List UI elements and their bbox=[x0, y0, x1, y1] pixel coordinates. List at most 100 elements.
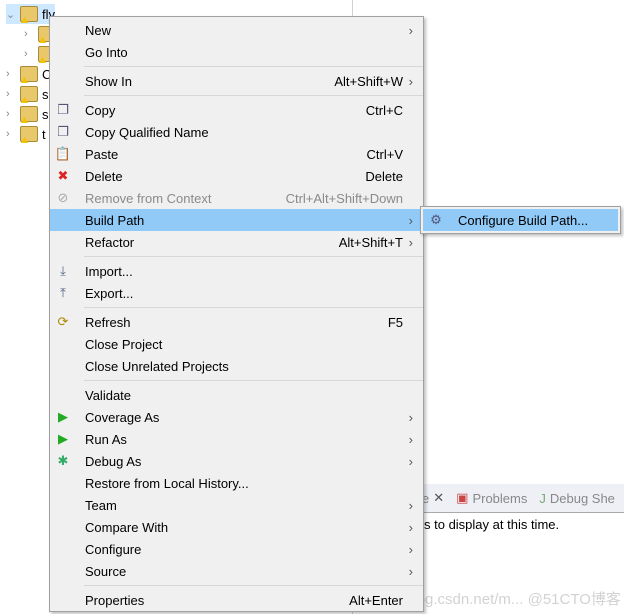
menu-item-new[interactable]: New › bbox=[50, 19, 423, 41]
refresh-icon: ⟳ bbox=[57, 314, 69, 329]
blank-icon bbox=[55, 592, 71, 608]
chevron-right-icon[interactable]: › bbox=[6, 108, 16, 120]
menu-separator bbox=[84, 585, 423, 586]
shortcut-label: Alt+Shift+T bbox=[338, 234, 403, 250]
shortcut-label: F5 bbox=[387, 314, 403, 330]
menu-item-copy[interactable]: ❐ Copy Ctrl+C bbox=[50, 99, 423, 121]
menu-item-import[interactable]: ⤓ Import... bbox=[50, 260, 423, 282]
chevron-right-icon: › bbox=[408, 453, 413, 469]
run-icon: ▶ bbox=[58, 431, 68, 446]
chevron-right-icon[interactable]: › bbox=[24, 28, 34, 40]
chevron-right-icon: › bbox=[408, 212, 413, 228]
blank-icon bbox=[55, 358, 71, 374]
menu-item-refactor[interactable]: Refactor Alt+Shift+T › bbox=[50, 231, 423, 253]
menu-item-configure-build-path[interactable]: ⚙ Configure Build Path... bbox=[423, 209, 618, 231]
chevron-right-icon: › bbox=[408, 22, 413, 38]
menu-item-source[interactable]: Source › bbox=[50, 560, 423, 582]
context-menu: New › Go Into Show In Alt+Shift+W › ❐ Copy Ctrl+… bbox=[49, 16, 424, 612]
menu-item-restore-from-local-history[interactable]: Restore from Local History... bbox=[50, 472, 423, 494]
menu-item-delete[interactable]: ✖ Delete Delete bbox=[50, 165, 423, 187]
menu-item-go-into[interactable]: Go Into bbox=[50, 41, 423, 63]
menu-item-show-in[interactable]: Show In Alt+Shift+W › bbox=[50, 70, 423, 92]
problems-icon: ▣ bbox=[456, 490, 469, 505]
tab-debug-shell[interactable]: J Debug She bbox=[539, 491, 615, 506]
tree-item[interactable]: ⌄ fly bbox=[6, 4, 55, 24]
menu-item-label: Coverage As bbox=[85, 409, 160, 425]
tree-item[interactable]: › s bbox=[6, 104, 49, 124]
blank-icon bbox=[55, 336, 71, 352]
menu-item-label: Restore from Local History... bbox=[85, 475, 249, 491]
delete-icon: ✖ bbox=[57, 168, 69, 183]
blank-icon bbox=[55, 475, 71, 491]
chevron-right-icon: › bbox=[408, 519, 413, 535]
menu-item-label: Source bbox=[85, 563, 127, 579]
menu-item-label: Configure bbox=[85, 541, 142, 557]
menu-item-label: Import... bbox=[85, 263, 133, 279]
chevron-right-icon[interactable]: › bbox=[6, 88, 16, 100]
shortcut-label: Ctrl+Alt+Shift+Down bbox=[285, 190, 403, 206]
blank-icon bbox=[55, 497, 71, 513]
project-icon bbox=[20, 126, 38, 142]
build-path-icon: ⚙ bbox=[430, 212, 442, 227]
chevron-right-icon: › bbox=[408, 73, 413, 89]
menu-separator bbox=[84, 307, 423, 308]
menu-item-export[interactable]: ⤒ Export... bbox=[50, 282, 423, 304]
menu-item-label: Validate bbox=[85, 387, 132, 403]
import-icon: ⤓ bbox=[60, 263, 66, 278]
menu-item-label: Refactor bbox=[85, 234, 135, 250]
chevron-right-icon[interactable]: › bbox=[6, 68, 16, 80]
chevron-right-icon: › bbox=[408, 497, 413, 513]
menu-separator bbox=[84, 256, 423, 257]
menu-item-validate[interactable]: Validate bbox=[50, 384, 423, 406]
chevron-right-icon[interactable]: › bbox=[6, 128, 16, 140]
tree-item[interactable]: › t bbox=[6, 124, 46, 144]
menu-item-label: New bbox=[85, 22, 112, 38]
blank-icon bbox=[55, 387, 71, 403]
shortcut-label: Ctrl+C bbox=[365, 102, 403, 118]
tree-item[interactable]: › C bbox=[6, 64, 51, 84]
coverage-icon: ▶ bbox=[58, 409, 68, 424]
menu-item-label: Build Path bbox=[85, 212, 145, 228]
menu-item-run-as[interactable]: ▶ Run As › bbox=[50, 428, 423, 450]
menu-item-properties[interactable]: Properties Alt+Enter bbox=[50, 589, 423, 611]
chevron-right-icon: › bbox=[408, 234, 413, 250]
chevron-right-icon: › bbox=[408, 409, 413, 425]
menu-item-paste[interactable]: 📋 Paste Ctrl+V bbox=[50, 143, 423, 165]
tree-item[interactable]: › s bbox=[6, 84, 49, 104]
menu-item-close-project[interactable]: Close Project bbox=[50, 333, 423, 355]
paste-icon: 📋 bbox=[54, 146, 72, 161]
debug-icon: ✱ bbox=[57, 453, 69, 468]
tab-label: Debug She bbox=[549, 490, 615, 506]
tree-item-label: s bbox=[42, 106, 49, 122]
chevron-right-icon: › bbox=[408, 563, 413, 579]
menu-item-remove-from-context[interactable]: ⊘ Remove from Context Ctrl+Alt+Shift+Down bbox=[50, 187, 423, 209]
menu-item-coverage-as[interactable]: ▶ Coverage As › bbox=[50, 406, 423, 428]
menu-item-team[interactable]: Team › bbox=[50, 494, 423, 516]
tree-item-label: s bbox=[42, 86, 49, 102]
close-icon[interactable]: ✕ bbox=[433, 490, 444, 506]
menu-item-copy-qualified-name[interactable]: ❐ Copy Qualified Name bbox=[50, 121, 423, 143]
chevron-right-icon[interactable]: › bbox=[24, 48, 34, 60]
shortcut-label: Alt+Enter bbox=[349, 592, 403, 608]
project-icon bbox=[20, 106, 38, 122]
menu-item-close-unrelated-projects[interactable]: Close Unrelated Projects bbox=[50, 355, 423, 377]
chevron-down-icon[interactable]: ⌄ bbox=[6, 8, 16, 21]
shortcut-label: Delete bbox=[365, 168, 403, 184]
tab-current[interactable]: e ✕ bbox=[422, 490, 444, 506]
menu-separator bbox=[84, 380, 423, 381]
menu-item-configure[interactable]: Configure › bbox=[50, 538, 423, 560]
menu-item-debug-as[interactable]: ✱ Debug As › bbox=[50, 450, 423, 472]
project-icon bbox=[20, 6, 38, 22]
menu-item-compare-with[interactable]: Compare With › bbox=[50, 516, 423, 538]
menu-item-build-path[interactable]: Build Path › bbox=[50, 209, 423, 231]
menu-item-label: Remove from Context bbox=[85, 190, 212, 206]
tab-problems[interactable]: ▣ Problems bbox=[456, 490, 527, 506]
blank-icon bbox=[55, 519, 71, 535]
blank-icon bbox=[55, 563, 71, 579]
menu-item-refresh[interactable]: ⟳ Refresh F5 bbox=[50, 311, 423, 333]
menu-item-label: Refresh bbox=[85, 314, 131, 330]
project-icon bbox=[20, 86, 38, 102]
menu-item-label: Delete bbox=[85, 168, 123, 184]
chevron-right-icon: › bbox=[408, 541, 413, 557]
menu-item-label: Go Into bbox=[85, 44, 128, 60]
